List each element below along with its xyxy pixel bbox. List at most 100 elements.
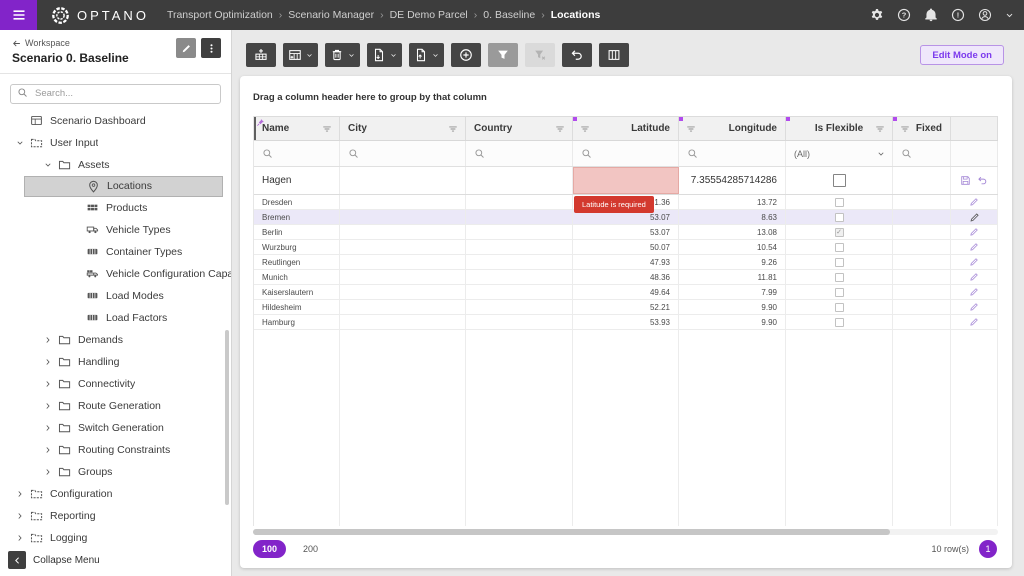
sidebar-search-input[interactable] xyxy=(10,84,221,104)
column-header-longitude[interactable]: Longitude xyxy=(679,117,786,140)
filter-cell-name[interactable] xyxy=(254,141,340,166)
user-account-icon[interactable] xyxy=(978,8,992,22)
is-flexible-checkbox[interactable] xyxy=(835,243,844,252)
cell-city[interactable] xyxy=(340,300,466,314)
filter-cell-fixed[interactable] xyxy=(893,141,951,166)
chevron-right-icon[interactable] xyxy=(40,358,56,366)
add-circle-button[interactable] xyxy=(451,43,481,67)
cell-latitude[interactable] xyxy=(573,167,679,194)
filter-menu-icon[interactable] xyxy=(321,123,333,135)
tree-item-demands[interactable]: Demands xyxy=(0,329,231,351)
is-flexible-checkbox[interactable] xyxy=(835,303,844,312)
is-flexible-checkbox[interactable]: ✓ xyxy=(835,228,844,237)
add-row-button[interactable] xyxy=(246,43,276,67)
chevron-down-icon[interactable] xyxy=(1005,11,1014,20)
cell-name[interactable]: Dresden xyxy=(254,195,340,209)
grid-row-kaiserslautern[interactable]: Kaiserslautern49.647.99 xyxy=(254,285,998,300)
filter-menu-icon[interactable] xyxy=(899,123,911,135)
cell-city[interactable] xyxy=(340,270,466,284)
filter-menu-icon[interactable] xyxy=(685,123,697,135)
import-menu-button[interactable] xyxy=(409,43,444,67)
cell-longitude[interactable]: 9.26 xyxy=(679,255,786,269)
cell-country[interactable] xyxy=(466,225,573,239)
cell-fixed[interactable] xyxy=(893,240,951,254)
breadcrumb-item-scenario-manager[interactable]: Scenario Manager xyxy=(288,9,374,21)
grid-row-berlin[interactable]: Berlin53.0713.08✓ xyxy=(254,225,998,240)
tree-item-connectivity[interactable]: Connectivity xyxy=(0,373,231,395)
cell-name[interactable]: Reutlingen xyxy=(254,255,340,269)
tree-item-configuration[interactable]: Configuration xyxy=(0,483,231,505)
filter-menu-icon[interactable] xyxy=(554,123,566,135)
page-size-200[interactable]: 200 xyxy=(294,540,327,558)
is-flexible-checkbox[interactable] xyxy=(835,198,844,207)
edit-row-button[interactable] xyxy=(969,287,979,297)
cell-longitude[interactable]: 13.72 xyxy=(679,195,786,209)
cell-name[interactable]: Hagen xyxy=(254,167,340,194)
alerts-icon[interactable]: ! xyxy=(951,8,965,22)
filter-cell-latitude[interactable] xyxy=(573,141,679,166)
tree-item-products[interactable]: Products xyxy=(0,197,231,219)
cell-country[interactable] xyxy=(466,270,573,284)
back-to-workspace-link[interactable]: Workspace xyxy=(12,38,129,48)
chevron-right-icon[interactable] xyxy=(12,512,28,520)
is-flexible-checkbox[interactable] xyxy=(835,273,844,282)
edit-row-button[interactable] xyxy=(969,242,979,252)
chevron-down-icon[interactable] xyxy=(12,139,28,147)
cell-latitude[interactable]: 53.07 xyxy=(573,225,679,239)
is-flexible-checkbox[interactable] xyxy=(835,258,844,267)
chevron-right-icon[interactable] xyxy=(40,446,56,454)
filter-cell-country[interactable] xyxy=(466,141,573,166)
grid-row-munich[interactable]: Munich48.3611.81 xyxy=(254,270,998,285)
tree-item-user-input[interactable]: User Input xyxy=(0,132,231,154)
grid-row-hagen[interactable]: Hagen 7.35554285714286 xyxy=(254,167,998,195)
app-logo[interactable]: OPTANO xyxy=(51,6,149,25)
edit-mode-toggle-button[interactable]: Edit Mode on xyxy=(920,45,1004,65)
cell-city[interactable] xyxy=(340,167,466,194)
cell-country[interactable] xyxy=(466,255,573,269)
tree-item-vehicle-types[interactable]: Vehicle Types xyxy=(0,219,231,241)
save-row-button[interactable] xyxy=(960,175,971,186)
cell-country[interactable] xyxy=(466,285,573,299)
cell-city[interactable] xyxy=(340,315,466,329)
filter-cell-longitude[interactable] xyxy=(679,141,786,166)
cell-longitude[interactable]: 9.90 xyxy=(679,300,786,314)
chevron-right-icon[interactable] xyxy=(40,336,56,344)
cell-longitude[interactable]: 7.35554285714286 xyxy=(679,167,786,194)
column-header-city[interactable]: City xyxy=(340,117,466,140)
cell-city[interactable] xyxy=(340,240,466,254)
tree-item-reporting[interactable]: Reporting xyxy=(0,505,231,527)
cell-name[interactable]: Hildesheim xyxy=(254,300,340,314)
column-header-fixed[interactable]: Fixed xyxy=(893,117,951,140)
tree-item-locations[interactable]: Locations xyxy=(24,176,223,197)
edit-row-button[interactable] xyxy=(969,317,979,327)
cell-fixed[interactable] xyxy=(893,315,951,329)
grid-row-hamburg[interactable]: Hamburg53.939.90 xyxy=(254,315,998,330)
chevron-right-icon[interactable] xyxy=(40,424,56,432)
column-header-latitude[interactable]: Latitude xyxy=(573,117,679,140)
is-flexible-checkbox[interactable] xyxy=(835,318,844,327)
filter-button[interactable] xyxy=(488,43,518,67)
breadcrumb-item-de-demo-parcel[interactable]: DE Demo Parcel xyxy=(390,9,468,21)
chevron-down-icon[interactable] xyxy=(40,161,56,169)
tree-item-route-generation[interactable]: Route Generation xyxy=(0,395,231,417)
chevron-right-icon[interactable] xyxy=(12,490,28,498)
is-flexible-checkbox[interactable] xyxy=(835,288,844,297)
page-number-button[interactable]: 1 xyxy=(979,540,997,558)
cell-country[interactable] xyxy=(466,240,573,254)
cell-latitude[interactable]: 48.36 xyxy=(573,270,679,284)
grid-row-wurzburg[interactable]: Wurzburg50.0710.54 xyxy=(254,240,998,255)
column-header-country[interactable]: Country xyxy=(466,117,573,140)
cell-country[interactable] xyxy=(466,315,573,329)
grid-row-reutlingen[interactable]: Reutlingen47.939.26 xyxy=(254,255,998,270)
tree-item-container-types[interactable]: Container Types xyxy=(0,241,231,263)
cell-fixed[interactable] xyxy=(893,255,951,269)
cell-name[interactable]: Kaiserslautern xyxy=(254,285,340,299)
breadcrumb-item-locations[interactable]: Locations xyxy=(551,9,601,21)
grid-row-hildesheim[interactable]: Hildesheim52.219.90 xyxy=(254,300,998,315)
cell-latitude[interactable]: 50.07 xyxy=(573,240,679,254)
cell-fixed[interactable] xyxy=(893,225,951,239)
filter-menu-icon[interactable] xyxy=(874,123,886,135)
scenario-menu-button[interactable] xyxy=(201,38,221,58)
filter-cell-city[interactable] xyxy=(340,141,466,166)
breadcrumb-item-0-baseline[interactable]: 0. Baseline xyxy=(483,9,535,21)
